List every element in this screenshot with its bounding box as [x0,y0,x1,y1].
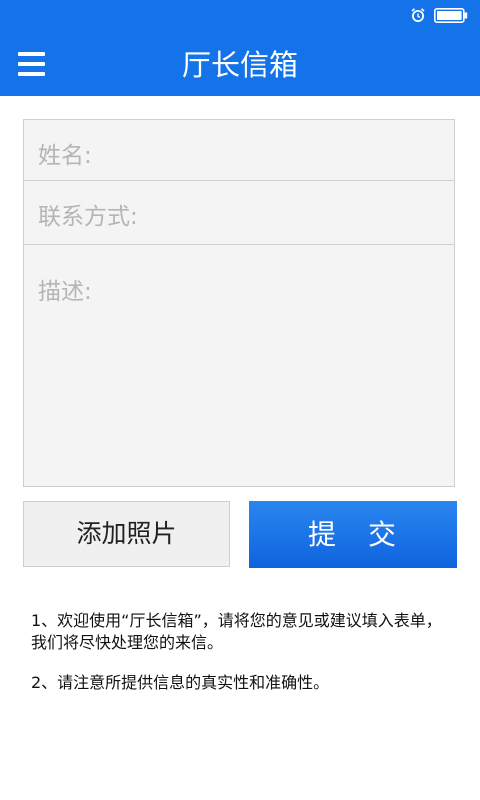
contact-field[interactable]: 联系方式: [24,181,454,245]
description-placeholder: 描述: [38,279,92,305]
notice-text-1: 1、欢迎使用“厅长信箱”，请将您的意见或建议填入表单，我们将尽快处理您的来信。 [31,611,442,652]
status-bar [0,0,480,34]
description-field[interactable]: 描述: [24,245,454,487]
add-photo-button[interactable]: 添加照片 [23,501,230,567]
page-title: 厅长信箱 [181,48,298,82]
contact-placeholder: 联系方式: [38,204,138,230]
name-placeholder: 姓名: [38,143,92,169]
mail-form: 姓名: 联系方式: 描述: [23,119,455,487]
battery-icon [434,8,468,23]
app-bar: 厅长信箱 [0,34,480,96]
menu-icon[interactable] [16,50,48,78]
notice-text-2: 2、请注意所提供信息的真实性和准确性。 [31,673,330,692]
alarm-icon [411,8,425,22]
submit-button[interactable]: 提 交 [249,501,457,568]
name-field[interactable]: 姓名: [24,120,454,181]
